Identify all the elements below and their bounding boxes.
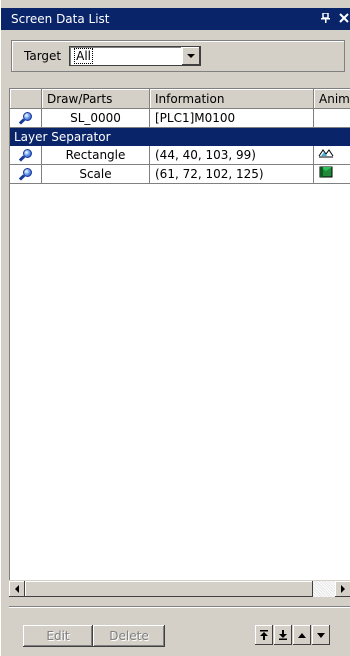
magnify-icon[interactable] [18, 148, 33, 162]
target-dropdown[interactable]: All [69, 46, 202, 66]
row-information: (44, 40, 103, 99) [150, 146, 314, 165]
arrow-down-icon [317, 632, 325, 638]
dropdown-button[interactable] [181, 47, 201, 65]
table-header: Draw/Parts Information Animation [10, 89, 350, 109]
layer-separator-row[interactable]: Layer Separator [10, 128, 350, 146]
data-list-table: Draw/Parts Information Animation SL_0000… [9, 88, 350, 596]
bottom-toolbar: Edit Delete [9, 606, 350, 647]
target-filter: Target All [11, 40, 345, 72]
magnify-icon[interactable] [18, 167, 33, 181]
horizontal-scrollbar[interactable] [9, 580, 350, 597]
row-animation [314, 109, 350, 128]
pin-icon[interactable] [319, 11, 333, 27]
delete-button[interactable]: Delete [93, 625, 165, 647]
column-header-draw-parts[interactable]: Draw/Parts [42, 89, 150, 109]
edit-button[interactable]: Edit [23, 625, 93, 647]
scroll-left-button[interactable] [9, 581, 25, 597]
magnify-icon[interactable] [18, 111, 33, 125]
table-row[interactable]: SL_0000 [PLC1]M0100 [10, 109, 350, 128]
title-bar: Screen Data List [1, 8, 350, 30]
row-information: [PLC1]M0100 [150, 109, 314, 128]
target-label: Target [24, 49, 62, 63]
column-header-animation[interactable]: Animation [314, 89, 350, 109]
move-top-button[interactable] [255, 625, 273, 645]
row-information: (61, 72, 102, 125) [150, 165, 314, 184]
arrow-up-icon [298, 632, 306, 638]
screen-data-list-panel: Screen Data List Target All Draw/Parts I… [0, 0, 350, 656]
target-selected-value: All [74, 48, 94, 64]
move-down-button[interactable] [312, 625, 330, 645]
move-to-top-icon [260, 630, 268, 640]
close-icon[interactable] [337, 11, 350, 27]
move-up-button[interactable] [293, 625, 311, 645]
move-to-bottom-icon [279, 630, 287, 640]
row-name: Rectangle [42, 146, 150, 165]
chevron-down-icon [187, 54, 196, 58]
move-bottom-button[interactable] [274, 625, 292, 645]
arrow-left-icon [15, 585, 19, 593]
table-row[interactable]: Scale (61, 72, 102, 125) [10, 165, 350, 184]
scroll-thumb[interactable] [25, 581, 313, 597]
row-name: Scale [42, 165, 150, 184]
column-header-icon[interactable] [10, 89, 42, 109]
column-header-information[interactable]: Information [150, 89, 314, 109]
table-row[interactable]: Rectangle (44, 40, 103, 99) [10, 146, 350, 165]
scroll-right-button[interactable] [335, 581, 350, 597]
shape-animation-icon [318, 149, 334, 158]
row-name: SL_0000 [42, 109, 150, 128]
arrow-right-icon [341, 585, 345, 593]
window-title: Screen Data List [11, 12, 110, 26]
scale-animation-icon [319, 166, 333, 178]
scroll-track[interactable] [313, 581, 335, 597]
